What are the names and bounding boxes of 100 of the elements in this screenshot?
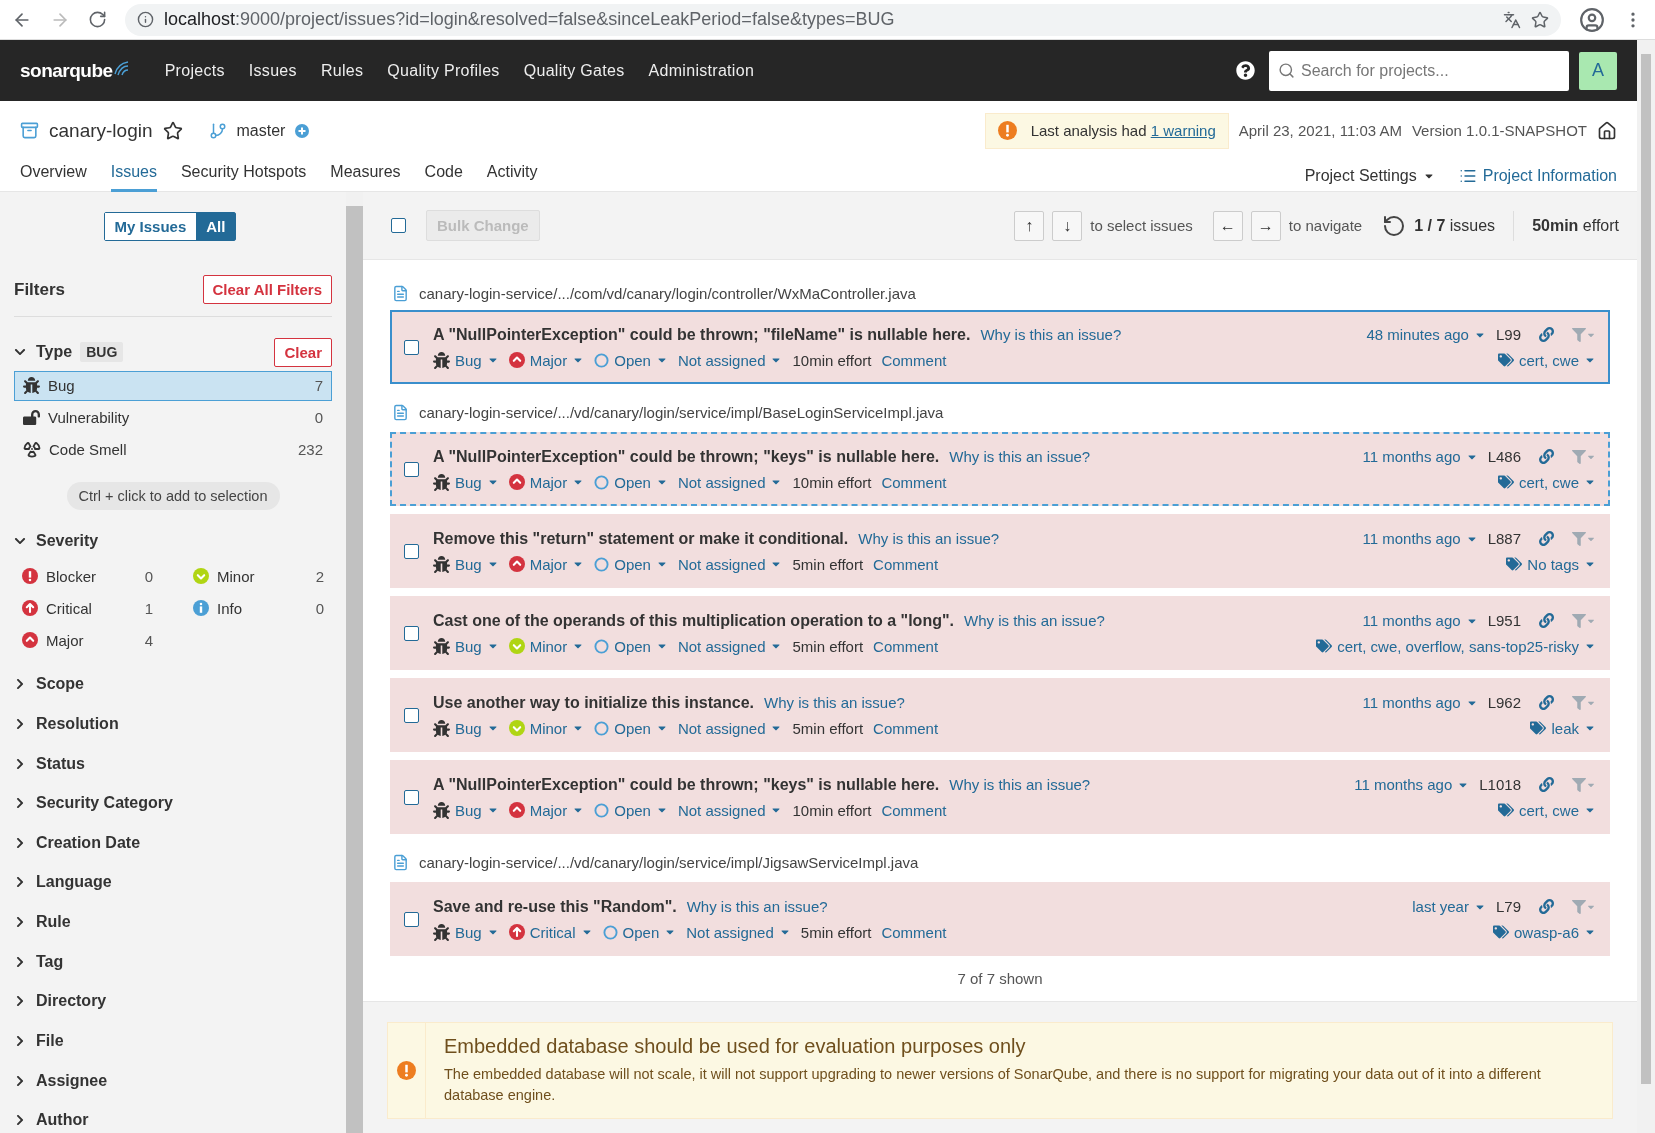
facet-title[interactable]: Scope [36, 675, 84, 694]
chevron-right-icon[interactable] [14, 1074, 26, 1087]
tags-dropdown[interactable]: cert, cwe [1498, 473, 1596, 491]
facet-title[interactable]: Directory [36, 992, 107, 1011]
status-dropdown[interactable]: Open [594, 473, 668, 491]
type-dropdown[interactable]: Bug [433, 351, 499, 369]
status-dropdown[interactable]: Open [594, 801, 668, 819]
profile-icon[interactable] [1579, 6, 1605, 33]
assignee-dropdown[interactable]: Not assigned [686, 923, 791, 941]
issue-message[interactable]: A "NullPointerException" could be thrown; "fileName" is nullable here. [433, 325, 971, 344]
type-dropdown[interactable]: Bug [433, 555, 499, 573]
chevron-right-icon[interactable] [14, 1114, 26, 1127]
facet-title[interactable]: Assignee [36, 1071, 108, 1090]
facet-title[interactable]: Security Category [36, 794, 173, 813]
checkbox[interactable] [404, 911, 419, 927]
tags-dropdown[interactable]: owasp-a6 [1492, 923, 1596, 941]
key-button[interactable]: ↓ [1052, 210, 1083, 241]
status-dropdown[interactable]: Open [594, 555, 668, 573]
link-icon[interactable] [1539, 777, 1554, 792]
user-avatar[interactable]: A [1579, 51, 1617, 90]
severity-dropdown[interactable]: Minor [508, 637, 585, 655]
comment-link[interactable]: Comment [881, 923, 947, 941]
status-dropdown[interactable]: Open [594, 637, 668, 655]
checkbox[interactable] [404, 625, 419, 641]
link-icon[interactable] [1539, 695, 1554, 710]
status-dropdown[interactable]: Open [594, 351, 668, 369]
link-icon[interactable] [1539, 899, 1554, 914]
facet-item[interactable]: Critical 1 [14, 593, 161, 624]
issue-card[interactable]: Use another way to initialize this instance. Why is this an issue? 11 months ago L962 Bug Minor Open Not assigned 5min effort Comment leak [390, 678, 1610, 752]
link-icon[interactable] [1539, 449, 1554, 464]
facet-item[interactable]: Vulnerability 0 [14, 402, 332, 433]
issue-card[interactable]: A "NullPointerException" could be thrown; "keys" is nullable here. Why is this an issue? 11 months ago L1018 Bug Major Open Not assigned 10min effort Comment cert, cwe [390, 760, 1610, 834]
reload-icon[interactable] [1382, 213, 1407, 238]
type-dropdown[interactable]: Bug [433, 637, 499, 655]
project-information-link[interactable]: Project Information [1458, 166, 1617, 185]
project-settings-menu[interactable]: Project Settings [1304, 166, 1435, 185]
nav-link[interactable]: Rules [308, 61, 376, 80]
issue-message[interactable]: Save and re-use this "Random". [433, 897, 677, 916]
chevron-right-icon[interactable] [14, 797, 26, 810]
nav-link[interactable]: Quality Gates [511, 61, 637, 80]
facet-title[interactable]: File [36, 1031, 64, 1050]
facet-item[interactable]: Bug 7 [14, 371, 332, 401]
tab[interactable]: Overview [20, 159, 87, 192]
severity-dropdown[interactable]: Major [508, 351, 585, 369]
key-button[interactable]: → [1250, 210, 1281, 241]
home-icon[interactable] [1597, 120, 1617, 141]
link-icon[interactable] [1539, 613, 1554, 628]
key-button[interactable]: ← [1212, 210, 1243, 241]
nav-link[interactable]: Issues [236, 61, 309, 80]
chevron-right-icon[interactable] [14, 876, 26, 889]
facet-item[interactable]: Major 4 [14, 625, 161, 656]
age-dropdown[interactable]: 11 months ago [1362, 448, 1478, 465]
facet-title[interactable]: Severity [36, 531, 99, 550]
chevron-right-icon[interactable] [14, 717, 26, 730]
comment-link[interactable]: Comment [881, 351, 947, 369]
type-dropdown[interactable]: Bug [433, 923, 499, 941]
branch-name[interactable]: master [236, 121, 286, 140]
issue-card[interactable]: Cast one of the operands of this multiplication operation to a "long". Why is this an issue? 11 months ago L951 Bug Minor Open Not assigned 5min effort Comment cert, cwe, overflow, sans-top25-risky [390, 596, 1610, 670]
checkbox[interactable] [404, 707, 419, 723]
search-field[interactable]: Search for projects... [1269, 50, 1569, 91]
severity-dropdown[interactable]: Major [508, 801, 585, 819]
assignee-dropdown[interactable]: Not assigned [677, 473, 783, 491]
chevron-right-icon[interactable] [14, 916, 26, 928]
severity-dropdown[interactable]: Minor [508, 719, 585, 737]
age-dropdown[interactable]: 11 months ago [1354, 776, 1470, 793]
tags-dropdown[interactable]: No tags [1506, 555, 1596, 573]
assignee-dropdown[interactable]: Not assigned [677, 637, 783, 655]
why-link[interactable]: Why is this an issue? [963, 612, 1105, 629]
toggle-button[interactable]: My Issues [104, 213, 197, 240]
clear-button[interactable]: Clear [274, 337, 332, 367]
address-bar[interactable]: localhost:9000/project/issues?id=login&resolved=false&sinceLeakPeriod=false&types=BUG [125, 3, 1561, 36]
type-dropdown[interactable]: Bug [433, 801, 499, 819]
tab[interactable]: Security Hotspots [180, 159, 307, 192]
issue-card[interactable]: Remove this "return" statement or make it conditional. Why is this an issue? 11 months ago L887 Bug Major Open Not assigned 5min effort Comment No tags [390, 514, 1610, 588]
tab[interactable]: Code [424, 159, 463, 192]
age-dropdown[interactable]: 11 months ago [1362, 694, 1478, 711]
nav-link[interactable]: Administration [636, 61, 767, 80]
why-link[interactable]: Why is this an issue? [949, 776, 1091, 793]
checkbox[interactable] [391, 218, 406, 233]
chevron-right-icon[interactable] [14, 678, 26, 691]
comment-link[interactable]: Comment [873, 555, 939, 573]
issue-card[interactable]: A "NullPointerException" could be thrown; "keys" is nullable here. Why is this an issue? 11 months ago L486 Bug Major Open Not assigned 10min effort Comment cert, cwe [390, 432, 1610, 506]
checkbox[interactable] [404, 339, 419, 355]
star-icon[interactable] [1531, 10, 1549, 29]
comment-link[interactable]: Comment [881, 801, 947, 819]
issue-card[interactable]: Save and re-use this "Random". Why is this an issue? last year L79 Bug Critical Open Not assigned 5min effort Comment owasp-a6 [390, 882, 1610, 956]
comment-link[interactable]: Comment [873, 637, 939, 655]
age-dropdown[interactable]: 11 months ago [1362, 612, 1478, 629]
why-link[interactable]: Why is this an issue? [686, 898, 828, 915]
status-dropdown[interactable]: Open [594, 719, 668, 737]
age-dropdown[interactable]: last year [1412, 898, 1486, 915]
comment-link[interactable]: Comment [881, 473, 947, 491]
age-dropdown[interactable]: 48 minutes ago [1366, 326, 1486, 343]
plus-icon[interactable] [295, 123, 310, 138]
why-link[interactable]: Why is this an issue? [858, 530, 1000, 547]
nav-link[interactable]: Projects [152, 61, 237, 80]
assignee-dropdown[interactable]: Not assigned [677, 555, 783, 573]
tab[interactable]: Measures [330, 159, 401, 192]
assignee-dropdown[interactable]: Not assigned [677, 351, 783, 369]
link-icon[interactable] [1539, 531, 1554, 546]
